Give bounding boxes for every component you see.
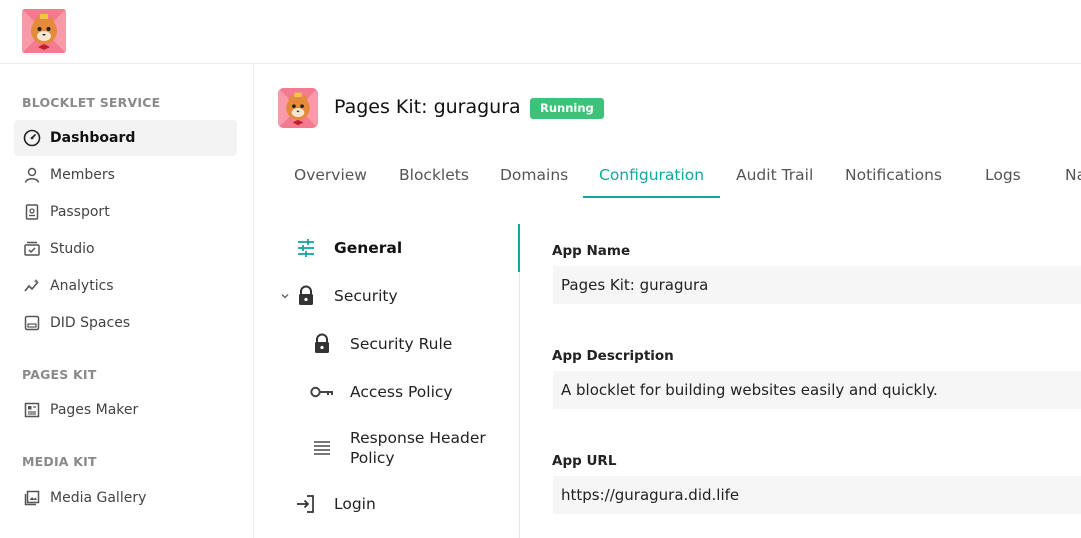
subnav-item-label: Login — [334, 495, 376, 513]
sidebar-item-studio[interactable]: Studio — [14, 231, 237, 267]
subnav-item-label: General — [334, 239, 403, 257]
top-bar — [0, 0, 1081, 64]
tab-blocklets[interactable]: Blocklets — [399, 166, 469, 184]
sidebar-section-blocklet-service: BLOCKLET SERVICE — [22, 95, 161, 110]
media-gallery-icon — [22, 488, 42, 508]
app-name-label: App Name — [552, 243, 631, 259]
subnav-active-indicator — [518, 224, 520, 272]
subnav-item-label: Access Policy — [350, 383, 453, 401]
subnav-item-label-line-2: Policy — [350, 449, 395, 467]
passport-icon — [22, 202, 42, 222]
sidebar-section-pages-kit: PAGES KIT — [22, 367, 97, 382]
tab-logs[interactable]: Logs — [985, 166, 1021, 184]
subnav-item-label: Security — [334, 287, 398, 305]
sliders-icon — [294, 236, 318, 260]
sidebar-item-dashboard[interactable]: Dashboard — [14, 120, 237, 156]
sidebar-item-label: Studio — [50, 241, 95, 257]
sidebar-item-passport[interactable]: Passport — [14, 194, 237, 230]
page-title: Pages Kit: guragura — [334, 96, 521, 118]
app-url-label: App URL — [552, 453, 617, 469]
active-tab-indicator — [583, 196, 720, 198]
pages-maker-icon — [22, 400, 42, 420]
list-lines-icon — [310, 436, 334, 460]
configuration-subnav: General Security Security Rule Access Po… — [254, 224, 520, 538]
sidebar-item-label: Members — [50, 167, 115, 183]
subnav-item-security[interactable]: Security — [280, 284, 398, 308]
tab-configuration[interactable]: Configuration — [599, 166, 704, 184]
did-spaces-icon — [22, 313, 42, 333]
subnav-item-label: Security Rule — [350, 335, 453, 353]
app-logo-icon — [278, 88, 318, 128]
sidebar-item-members[interactable]: Members — [14, 157, 237, 193]
subnav-item-label-line-1: Response Header — [350, 429, 486, 447]
tab-truncated[interactable]: Na — [1065, 166, 1081, 184]
sidebar-item-did-spaces[interactable]: DID Spaces — [14, 305, 237, 341]
subnav-item-response-header-policy[interactable]: Response Header Policy — [310, 428, 486, 468]
subnav-item-access-policy[interactable]: Access Policy — [310, 380, 453, 404]
app-name-input[interactable] — [553, 266, 1081, 304]
subnav-item-login[interactable]: Login — [294, 492, 376, 516]
dashboard-gauge-icon — [22, 128, 42, 148]
sidebar-item-label: Passport — [50, 204, 110, 220]
tab-bar: Overview Blocklets Domains Configuration… — [278, 150, 1081, 200]
sidebar-item-pages-maker[interactable]: Pages Maker — [14, 392, 237, 428]
subnav-item-general[interactable]: General — [294, 236, 402, 260]
sidebar-section-media-kit: MEDIA KIT — [22, 454, 97, 469]
app-description-label: App Description — [552, 348, 674, 364]
subnav-item-label: Response Header Policy — [350, 428, 486, 468]
login-icon — [294, 492, 318, 516]
tab-overview[interactable]: Overview — [294, 166, 367, 184]
tab-notifications[interactable]: Notifications — [845, 166, 942, 184]
app-url-input[interactable] — [553, 476, 1081, 514]
person-icon — [22, 165, 42, 185]
sidebar-item-media-gallery[interactable]: Media Gallery — [14, 480, 237, 516]
chevron-down-icon — [280, 291, 294, 301]
status-badge: Running — [530, 98, 604, 119]
subnav-item-security-rule[interactable]: Security Rule — [310, 332, 452, 356]
analytics-icon — [22, 276, 42, 296]
sidebar-item-label: Pages Maker — [50, 402, 139, 418]
tab-audit-trail[interactable]: Audit Trail — [736, 166, 813, 184]
app-description-input[interactable] — [553, 371, 1081, 409]
studio-icon — [22, 239, 42, 259]
key-icon — [310, 380, 334, 404]
sidebar-item-label: DID Spaces — [50, 315, 131, 331]
sidebar-item-label: Dashboard — [50, 130, 136, 146]
sidebar: BLOCKLET SERVICE Dashboard Members Passp… — [0, 64, 254, 538]
lock-icon — [294, 284, 318, 308]
tiger-logo-icon[interactable] — [22, 9, 66, 53]
sidebar-item-analytics[interactable]: Analytics — [14, 268, 237, 304]
lock-icon — [310, 332, 334, 356]
sidebar-item-label: Analytics — [50, 278, 114, 294]
sidebar-item-label: Media Gallery — [50, 490, 147, 506]
tab-domains[interactable]: Domains — [500, 166, 568, 184]
